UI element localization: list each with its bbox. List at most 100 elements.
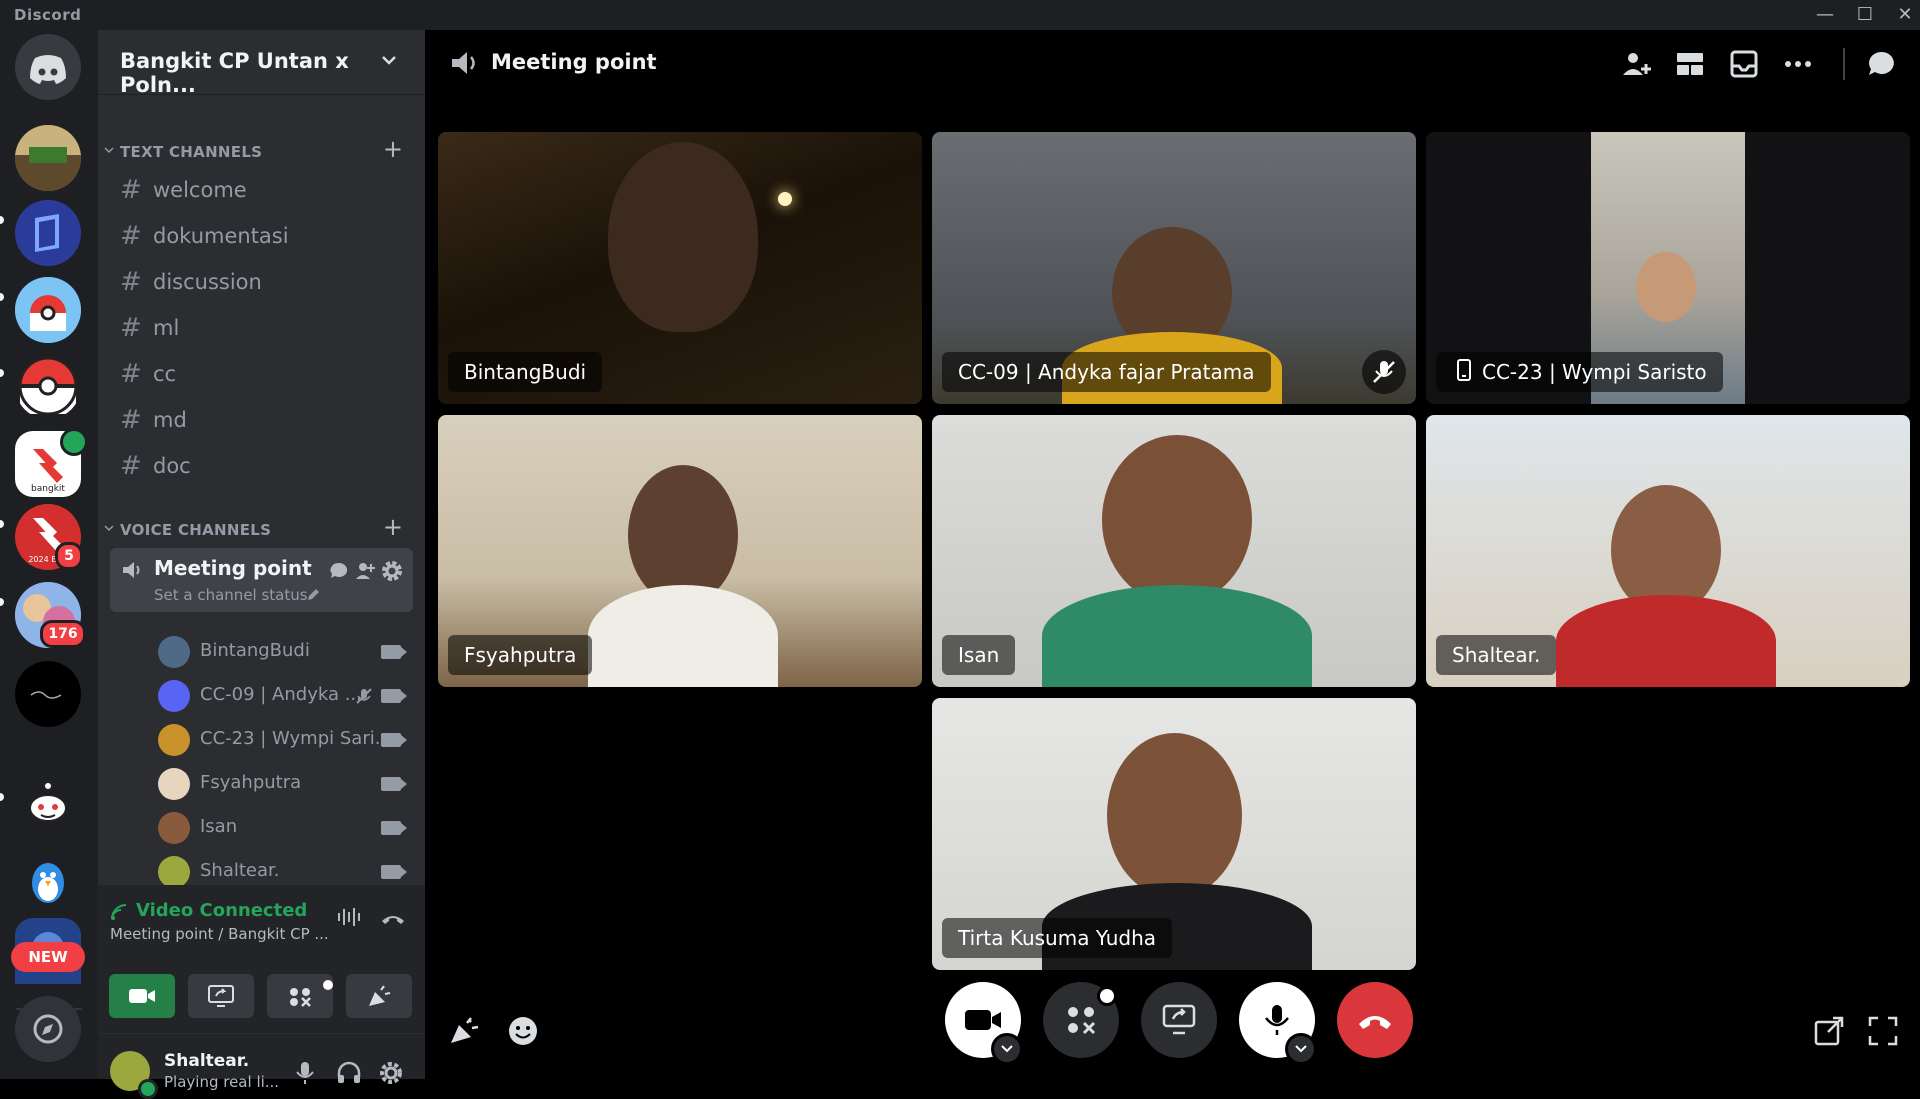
app-name: Discord xyxy=(14,6,82,24)
title-bar: Discord — ☐ ✕ xyxy=(0,0,1920,30)
voice-channel-meeting-point[interactable]: Meeting point Set a channel status xyxy=(110,548,413,612)
disconnect-icon[interactable] xyxy=(380,911,406,925)
server-icon-pokemon[interactable] xyxy=(15,277,81,343)
new-badge: NEW xyxy=(11,942,85,972)
create-channel-plus-icon[interactable]: + xyxy=(383,513,403,541)
invite-person-icon[interactable] xyxy=(1620,48,1652,80)
participant-name-label: CC-09 | Andyka fajar Pratama xyxy=(942,352,1271,392)
explore-servers-button[interactable] xyxy=(15,996,81,1062)
user-activity: Playing real li... xyxy=(164,1073,280,1091)
rocket-icon xyxy=(290,988,311,1007)
gear-icon[interactable] xyxy=(380,559,404,583)
voice-channels-category[interactable]: VOICE CHANNELS + xyxy=(98,513,425,542)
server-icon-minecraft[interactable] xyxy=(15,125,81,191)
screen-share-button[interactable] xyxy=(188,974,254,1018)
category-label: VOICE CHANNELS xyxy=(120,521,272,539)
camera-toggle-button[interactable] xyxy=(109,974,175,1018)
hash-icon: # xyxy=(120,451,142,481)
channel-welcome[interactable]: # welcome xyxy=(120,173,410,209)
camera-icon xyxy=(381,733,407,747)
hash-icon: # xyxy=(120,221,142,251)
channel-discussion[interactable]: # discussion xyxy=(120,265,410,301)
channel-doc[interactable]: # doc xyxy=(120,449,410,485)
unread-indicator xyxy=(0,793,4,801)
mic-muted-icon xyxy=(356,688,372,704)
home-button[interactable] xyxy=(15,34,81,100)
minecraft-icon xyxy=(15,125,81,191)
channel-ml[interactable]: # ml xyxy=(120,311,410,347)
svg-text:bangkit: bangkit xyxy=(31,484,65,494)
participant-shirt xyxy=(1042,585,1312,687)
noise-suppression-icon[interactable] xyxy=(336,907,362,927)
invite-person-icon[interactable] xyxy=(354,560,376,582)
soundboard-button[interactable] xyxy=(346,974,412,1018)
channel-status-label[interactable]: Set a channel status xyxy=(154,586,308,604)
participant-shirt xyxy=(1556,595,1776,687)
camera-icon xyxy=(381,865,407,879)
user-settings-gear-icon[interactable] xyxy=(378,1060,404,1086)
voice-member[interactable]: Fsyahputra xyxy=(158,766,418,802)
video-tile[interactable]: Shaltear. xyxy=(1426,415,1910,687)
text-channels-category[interactable]: TEXT CHANNELS + xyxy=(98,135,425,164)
voice-member[interactable]: BintangBudi xyxy=(158,634,418,670)
inbox-icon[interactable] xyxy=(1728,48,1760,80)
layout-grid-icon[interactable] xyxy=(1674,48,1706,80)
discord-logo-icon xyxy=(30,55,66,84)
hash-icon: # xyxy=(120,313,142,343)
member-name: CC-23 | Wympi Sari... xyxy=(200,728,392,749)
channel-md[interactable]: # md xyxy=(120,403,410,439)
participant-name-label: Shaltear. xyxy=(1436,635,1557,675)
server-icon-pokeball[interactable] xyxy=(15,353,81,419)
panel-divider xyxy=(98,1033,425,1034)
voice-connection-panel: Video Connected Meeting point / Bangkit … xyxy=(98,885,425,1099)
server-icon-reddit[interactable] xyxy=(15,770,81,836)
channel-label: welcome xyxy=(153,178,247,202)
more-options-icon[interactable] xyxy=(1782,48,1814,80)
chat-bubble-icon[interactable] xyxy=(1865,48,1897,80)
maximize-button[interactable]: ☐ xyxy=(1845,3,1885,27)
emoji-icon[interactable] xyxy=(507,1015,539,1047)
voice-status-title[interactable]: Video Connected xyxy=(136,900,307,921)
chat-bubble-icon[interactable] xyxy=(328,560,350,582)
microphone-icon[interactable] xyxy=(294,1060,316,1086)
participant-shirt xyxy=(588,585,778,687)
voice-member[interactable]: CC-23 | Wympi Sari... xyxy=(158,722,418,758)
video-tile[interactable]: BintangBudi xyxy=(438,132,922,404)
channel-dokumentasi[interactable]: # dokumentasi xyxy=(120,219,410,255)
reddit-icon xyxy=(29,781,67,822)
server-icon-bird[interactable] xyxy=(15,845,81,911)
video-tile[interactable]: CC-09 | Andyka fajar Pratama xyxy=(932,132,1416,404)
microphone-options-button[interactable] xyxy=(1285,1033,1317,1065)
voice-member[interactable]: Isan xyxy=(158,810,418,846)
video-tile[interactable]: Isan xyxy=(932,415,1416,687)
chevron-down-icon xyxy=(104,147,114,154)
video-tile[interactable]: Tirta Kusuma Yudha xyxy=(932,698,1416,970)
pop-out-icon[interactable] xyxy=(1813,1015,1845,1047)
fullscreen-icon[interactable] xyxy=(1867,1015,1899,1047)
screen-share-button[interactable] xyxy=(1141,982,1217,1058)
activities-button[interactable] xyxy=(267,974,333,1018)
minimize-button[interactable]: — xyxy=(1805,3,1845,27)
voice-status-subtitle[interactable]: Meeting point / Bangkit CP ... xyxy=(110,925,329,943)
video-tile[interactable]: Fsyahputra xyxy=(438,415,922,687)
channel-label: md xyxy=(153,408,187,432)
user-name[interactable]: Shaltear. xyxy=(164,1051,249,1071)
server-list: bangkit 2024 Ba 5 176 NEW xyxy=(0,30,98,1079)
server-icon-dark[interactable] xyxy=(15,661,81,727)
pencil-icon[interactable] xyxy=(306,588,320,602)
server-header[interactable]: Bangkit CP Untan x Poln... xyxy=(98,30,425,97)
video-tile[interactable]: CC-23 | Wympi Saristo xyxy=(1426,132,1910,404)
unread-indicator xyxy=(0,369,4,377)
headphones-icon[interactable] xyxy=(336,1061,362,1085)
server-icon-blue[interactable] xyxy=(15,200,81,266)
create-channel-plus-icon[interactable]: + xyxy=(383,135,403,163)
voice-member[interactable]: CC-09 | Andyka ... xyxy=(158,678,418,714)
close-button[interactable]: ✕ xyxy=(1885,3,1920,27)
unread-indicator xyxy=(0,293,4,301)
channel-cc[interactable]: # cc xyxy=(120,357,410,393)
soundboard-icon[interactable] xyxy=(447,1015,479,1047)
chevron-down-icon xyxy=(382,56,396,65)
hang-up-button[interactable] xyxy=(1337,982,1413,1058)
camera-options-button[interactable] xyxy=(991,1033,1023,1065)
hash-icon: # xyxy=(120,405,142,435)
